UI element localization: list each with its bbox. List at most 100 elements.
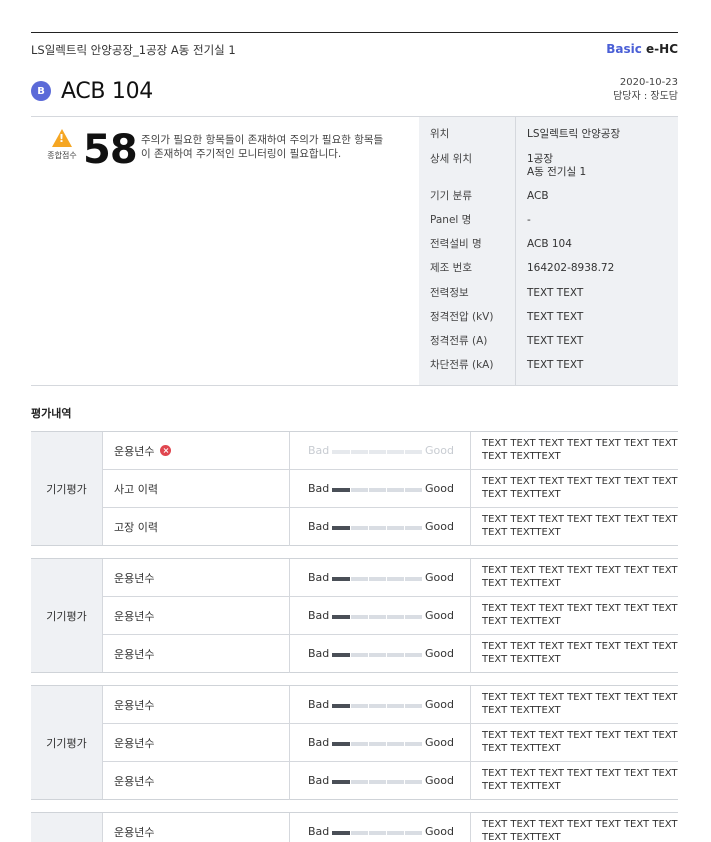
gauge-good-label: Good xyxy=(425,647,454,660)
info-value: TEXT TEXT xyxy=(527,335,584,347)
gauge-tick xyxy=(368,450,369,454)
gauge-good-label: Good xyxy=(425,482,454,495)
top-divider xyxy=(31,32,678,33)
gauge-good-label: Good xyxy=(425,698,454,711)
gauge-tick xyxy=(386,526,387,530)
info-label: 정격전류 (A) xyxy=(430,335,488,347)
info-label: 제조 번호 xyxy=(430,262,472,274)
item-cell: 고장 이력 xyxy=(103,508,290,546)
evaluation-row: 운용년수 Bad Good TEXT TEXT TEXT TEXT TEXT TEXT… xyxy=(103,597,678,635)
summary-panel: 종합점수 58 주의가 필요한 항목들이 존재하여 주의가 필요한 항목들이 존… xyxy=(31,116,678,386)
gauge-good-label: Good xyxy=(425,520,454,533)
score-label: 종합점수 xyxy=(47,151,77,160)
gauge-tick xyxy=(368,577,369,581)
gauge-tick xyxy=(368,615,369,619)
condition-gauge: Bad Good xyxy=(290,470,471,507)
gauge-bad-label: Bad xyxy=(308,736,330,749)
info-label: 전력정보 xyxy=(430,287,469,299)
gauge-tick xyxy=(404,488,405,492)
condition-gauge: Bad Good xyxy=(290,762,471,800)
gauge-track xyxy=(332,615,422,619)
gauge-tick xyxy=(404,450,405,454)
item-cell: 운용년수 xyxy=(103,559,290,596)
gauge-bad-label: Bad xyxy=(308,520,330,533)
info-value: TEXT TEXT xyxy=(527,311,584,323)
group-label: 기기평가 xyxy=(31,686,103,799)
info-value: 164202-8938.72 xyxy=(527,262,615,274)
error-icon: × xyxy=(160,445,172,456)
info-label: Panel 명 xyxy=(430,214,472,226)
score-box: 종합점수 xyxy=(41,129,83,161)
item-name: 운용년수 xyxy=(114,444,155,458)
gauge-track xyxy=(332,526,422,530)
gauge-tick xyxy=(350,577,351,581)
group-label xyxy=(31,813,103,842)
evaluation-group: 기기평가 운용년수 × Bad Good TEXT TEXT TEXT TEXT TEXT… xyxy=(31,431,678,546)
info-label: 상세 위치 xyxy=(430,153,472,165)
item-cell: 운용년수 xyxy=(103,597,290,634)
asset-info-table: 위치 LS일렉트릭 안양공장 상세 위치 1공장 A동 전기실 1 기기 분류 ACB Pa… xyxy=(419,117,678,385)
gauge-bad-label: Bad xyxy=(308,698,330,711)
item-name: 운용년수 xyxy=(114,698,155,712)
page-title: ACB 104 xyxy=(61,78,154,104)
item-cell: 운용년수 xyxy=(103,813,290,842)
item-name: 운용년수 xyxy=(114,826,155,839)
score-description: 주의가 필요한 항목들이 존재하여 주의가 필요한 항목들이 존재하여 주기적인… xyxy=(141,134,384,160)
gauge-tick xyxy=(386,831,387,835)
info-value: TEXT TEXT xyxy=(527,359,584,371)
gauge-tick xyxy=(386,488,387,492)
gauge-fill xyxy=(332,742,350,746)
gauge-fill xyxy=(332,831,350,835)
gauge-track xyxy=(332,488,422,492)
gauge-bad-label: Bad xyxy=(308,609,330,622)
gauge-tick xyxy=(404,653,405,657)
evaluation-row: 운용년수 Bad Good TEXT TEXT TEXT TEXT TEXT TEXT… xyxy=(103,813,678,842)
gauge-tick xyxy=(350,488,351,492)
group-label: 기기평가 xyxy=(31,559,103,672)
item-cell: 운용년수 xyxy=(103,724,290,761)
gauge-tick xyxy=(404,615,405,619)
gauge-fill xyxy=(332,615,350,619)
gauge-good-label: Good xyxy=(425,571,454,584)
item-name: 운용년수 xyxy=(114,775,155,788)
info-value: ACB 104 xyxy=(527,238,572,250)
gauge-fill xyxy=(332,577,350,581)
gauge-tick xyxy=(386,653,387,657)
condition-gauge: Bad Good xyxy=(290,432,471,469)
report-manager: 담당자 : 장도담 xyxy=(613,91,678,102)
item-name: 운용년수 xyxy=(114,736,155,750)
report-date: 2020-10-23 xyxy=(619,77,678,88)
evaluation-row: 사고 이력 Bad Good TEXT TEXT TEXT TEXT TEXT TEX… xyxy=(103,470,678,508)
gauge-tick xyxy=(386,577,387,581)
gauge-tick xyxy=(350,780,351,784)
brand-secondary: e-HC xyxy=(646,42,678,56)
gauge-fill xyxy=(332,780,350,784)
info-value: ACB xyxy=(527,190,549,202)
gauge-tick xyxy=(350,704,351,708)
gauge-fill xyxy=(332,488,350,492)
item-name: 운용년수 xyxy=(114,648,155,661)
item-cell: 운용년수 xyxy=(103,686,290,723)
note-cell: TEXT TEXT TEXT TEXT TEXT TEXT TEXT TEXT … xyxy=(482,476,678,500)
gauge-tick xyxy=(368,704,369,708)
evaluation-section-title: 평가내역 xyxy=(31,407,72,420)
evaluation-group: 운용년수 Bad Good TEXT TEXT TEXT TEXT TEXT TEXT… xyxy=(31,812,678,842)
gauge-bad-label: Bad xyxy=(308,482,330,495)
condition-gauge: Bad Good xyxy=(290,508,471,546)
gauge-tick xyxy=(350,831,351,835)
item-name: 사고 이력 xyxy=(114,482,158,496)
evaluation-row: 운용년수 Bad Good TEXT TEXT TEXT TEXT TEXT TEXT… xyxy=(103,762,678,800)
gauge-tick xyxy=(404,526,405,530)
note-cell: TEXT TEXT TEXT TEXT TEXT TEXT TEXT TEXT … xyxy=(482,603,678,627)
gauge-tick xyxy=(404,780,405,784)
gauge-fill xyxy=(332,704,350,708)
info-label: 위치 xyxy=(430,128,450,140)
gauge-track xyxy=(332,450,422,454)
note-cell: TEXT TEXT TEXT TEXT TEXT TEXT TEXT TEXT … xyxy=(482,730,678,754)
gauge-tick xyxy=(386,742,387,746)
info-label: 차단전류 (kA) xyxy=(430,359,494,371)
note-cell: TEXT TEXT TEXT TEXT TEXT TEXT TEXT TEXT … xyxy=(482,514,678,538)
total-score: 58 xyxy=(83,127,138,173)
item-cell: 운용년수 xyxy=(103,762,290,800)
note-cell: TEXT TEXT TEXT TEXT TEXT TEXT TEXT TEXT … xyxy=(482,438,678,462)
